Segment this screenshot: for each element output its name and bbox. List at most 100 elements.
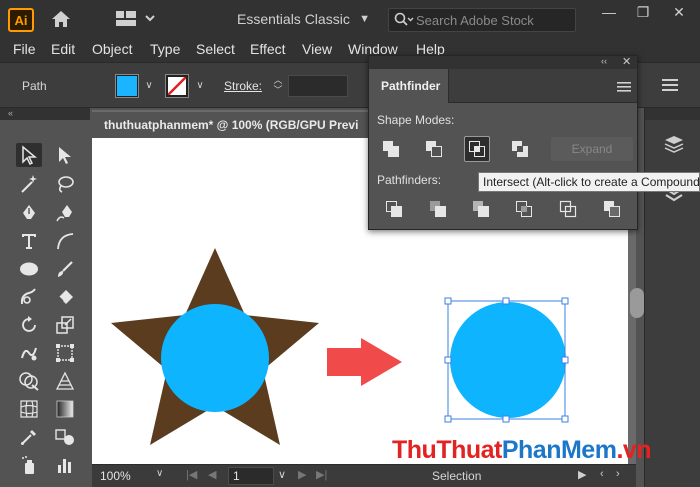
tools-panel xyxy=(0,120,90,487)
right-panel-dock xyxy=(644,108,700,487)
shape-builder-tool-icon[interactable] xyxy=(16,369,42,393)
vertical-scrollbar-thumb[interactable] xyxy=(630,288,644,318)
menu-type[interactable]: Type xyxy=(150,41,180,57)
lasso-tool-icon[interactable] xyxy=(52,172,78,196)
rotate-tool-icon[interactable] xyxy=(16,313,42,337)
document-tab[interactable]: thuthuatphanmem* @ 100% (RGB/GPU Previ xyxy=(92,110,382,138)
menu-object[interactable]: Object xyxy=(92,41,132,57)
first-artboard-icon[interactable]: |◀ xyxy=(186,468,197,481)
tab-pathfinder[interactable]: Pathfinder xyxy=(369,69,449,103)
arrange-documents-icon[interactable] xyxy=(116,11,156,32)
stroke-weight-input[interactable] xyxy=(288,75,348,97)
expand-button[interactable]: Expand xyxy=(551,137,633,161)
menu-effect[interactable]: Effect xyxy=(250,41,286,57)
minus-back-icon[interactable] xyxy=(599,196,625,222)
panel-menu-icon[interactable] xyxy=(662,78,678,97)
stroke-weight-stepper[interactable]: ︿ ﹀ xyxy=(271,75,285,97)
merge-icon[interactable] xyxy=(468,196,494,222)
curvature-tool-icon[interactable] xyxy=(52,201,78,225)
free-transform-tool-icon[interactable] xyxy=(52,341,78,365)
panel-titlebar[interactable]: ‹‹ ✕ xyxy=(369,56,637,69)
chevron-down-icon[interactable]: ∨ xyxy=(192,77,208,95)
arc-tool-icon[interactable] xyxy=(52,229,78,253)
pen-tool-icon[interactable] xyxy=(16,201,42,225)
arrow-shape xyxy=(327,338,402,386)
panel-tab-row: Pathfinder xyxy=(369,69,637,103)
next-artboard-icon[interactable]: ▶ xyxy=(298,468,306,481)
ellipse-tool-icon[interactable] xyxy=(16,257,42,281)
menu-select[interactable]: Select xyxy=(196,41,235,57)
intersect-result-circle[interactable] xyxy=(450,302,566,418)
magic-wand-tool-icon[interactable] xyxy=(16,172,42,196)
chevron-down-icon[interactable]: ∨ xyxy=(141,77,157,95)
unite-icon[interactable] xyxy=(378,136,404,162)
dock-header xyxy=(645,108,700,120)
column-graph-tool-icon[interactable] xyxy=(52,453,78,477)
selection-tool-icon[interactable] xyxy=(16,143,42,167)
tab-pathfinder-label: Pathfinder xyxy=(381,79,441,93)
watermark-part1: ThuThuat xyxy=(392,436,502,464)
home-icon[interactable] xyxy=(50,9,72,34)
minimize-icon[interactable]: ― xyxy=(594,0,624,24)
exclude-icon[interactable] xyxy=(507,136,533,162)
pathfinder-panel: ‹‹ ✕ Pathfinder Shape Modes: Expand Path… xyxy=(368,55,638,230)
close-icon[interactable]: ✕ xyxy=(664,0,694,24)
menu-edit[interactable]: Edit xyxy=(51,41,75,57)
artboard-number: 1 xyxy=(233,469,240,483)
shaper-tool-icon[interactable] xyxy=(16,285,42,309)
pathfinders-label: Pathfinders: xyxy=(377,173,442,187)
scroll-right-icon[interactable]: › xyxy=(616,468,620,480)
trim-icon[interactable] xyxy=(425,196,451,222)
circle-shape[interactable] xyxy=(161,304,269,412)
chevron-down-icon[interactable]: ∨ xyxy=(278,468,286,481)
stroke-label[interactable]: Stroke: xyxy=(224,79,262,93)
eyedropper-tool-icon[interactable] xyxy=(16,425,42,449)
type-tool-icon[interactable] xyxy=(16,229,42,253)
workspace-label: Essentials Classic xyxy=(237,11,350,27)
collapse-icon[interactable]: ‹‹ xyxy=(601,56,607,66)
symbol-sprayer-tool-icon[interactable] xyxy=(16,453,42,477)
direct-selection-tool-icon[interactable] xyxy=(52,143,78,167)
site-watermark: ThuThuatPhanMem.vn xyxy=(392,436,652,465)
restore-icon[interactable]: ❐ xyxy=(628,0,658,24)
shape-modes-label: Shape Modes: xyxy=(377,113,455,127)
menu-file[interactable]: File xyxy=(13,41,36,57)
last-artboard-icon[interactable]: ▶| xyxy=(316,468,327,481)
minus-front-icon[interactable] xyxy=(421,136,447,162)
panel-menu-icon[interactable] xyxy=(617,80,631,92)
fill-color-swatch[interactable] xyxy=(115,74,139,98)
artboard-number-field[interactable]: 1 xyxy=(228,467,274,485)
zoom-level[interactable]: 100% xyxy=(100,469,131,483)
menu-view[interactable]: View xyxy=(302,41,332,57)
status-text: Selection xyxy=(432,469,482,483)
search-icon xyxy=(394,12,414,26)
paintbrush-tool-icon[interactable] xyxy=(52,257,78,281)
scroll-left-icon[interactable]: ‹ xyxy=(600,468,604,480)
tooltip: Intersect (Alt-click to create a Compoun… xyxy=(478,172,700,192)
title-bar: Ai Essentials Classic ▼ ― ❐ ✕ xyxy=(0,0,700,38)
close-icon[interactable]: ✕ xyxy=(622,55,631,68)
outline-icon[interactable] xyxy=(555,196,581,222)
previous-artboard-icon[interactable]: ◀ xyxy=(208,468,216,481)
warp-tool-icon[interactable] xyxy=(16,341,42,365)
workspace-switcher[interactable]: Essentials Classic ▼ xyxy=(224,6,374,32)
gradient-tool-icon[interactable] xyxy=(52,397,78,421)
status-menu-icon[interactable]: ▶ xyxy=(578,468,586,481)
eraser-tool-icon[interactable] xyxy=(52,285,78,309)
stock-search-box[interactable] xyxy=(388,8,576,32)
crop-icon[interactable] xyxy=(511,196,537,222)
blend-tool-icon[interactable] xyxy=(52,425,78,449)
mesh-tool-icon[interactable] xyxy=(16,397,42,421)
stock-search-input[interactable] xyxy=(416,11,571,29)
stroke-none-swatch[interactable] xyxy=(165,74,189,98)
scale-tool-icon[interactable] xyxy=(52,313,78,337)
perspective-grid-tool-icon[interactable] xyxy=(52,369,78,393)
intersect-icon[interactable] xyxy=(464,136,490,162)
collapse-icon[interactable]: « xyxy=(8,108,13,118)
status-bar: 100% ∨ |◀ ◀ 1 ∨ ▶ ▶| Selection ▶ ‹ › xyxy=(92,464,636,487)
divide-icon[interactable] xyxy=(381,196,407,222)
chevron-down-icon: ▼ xyxy=(359,13,370,25)
libraries-icon[interactable] xyxy=(663,134,685,163)
tools-panel-header: « xyxy=(0,108,90,120)
chevron-down-icon[interactable]: ∨ xyxy=(156,468,163,479)
